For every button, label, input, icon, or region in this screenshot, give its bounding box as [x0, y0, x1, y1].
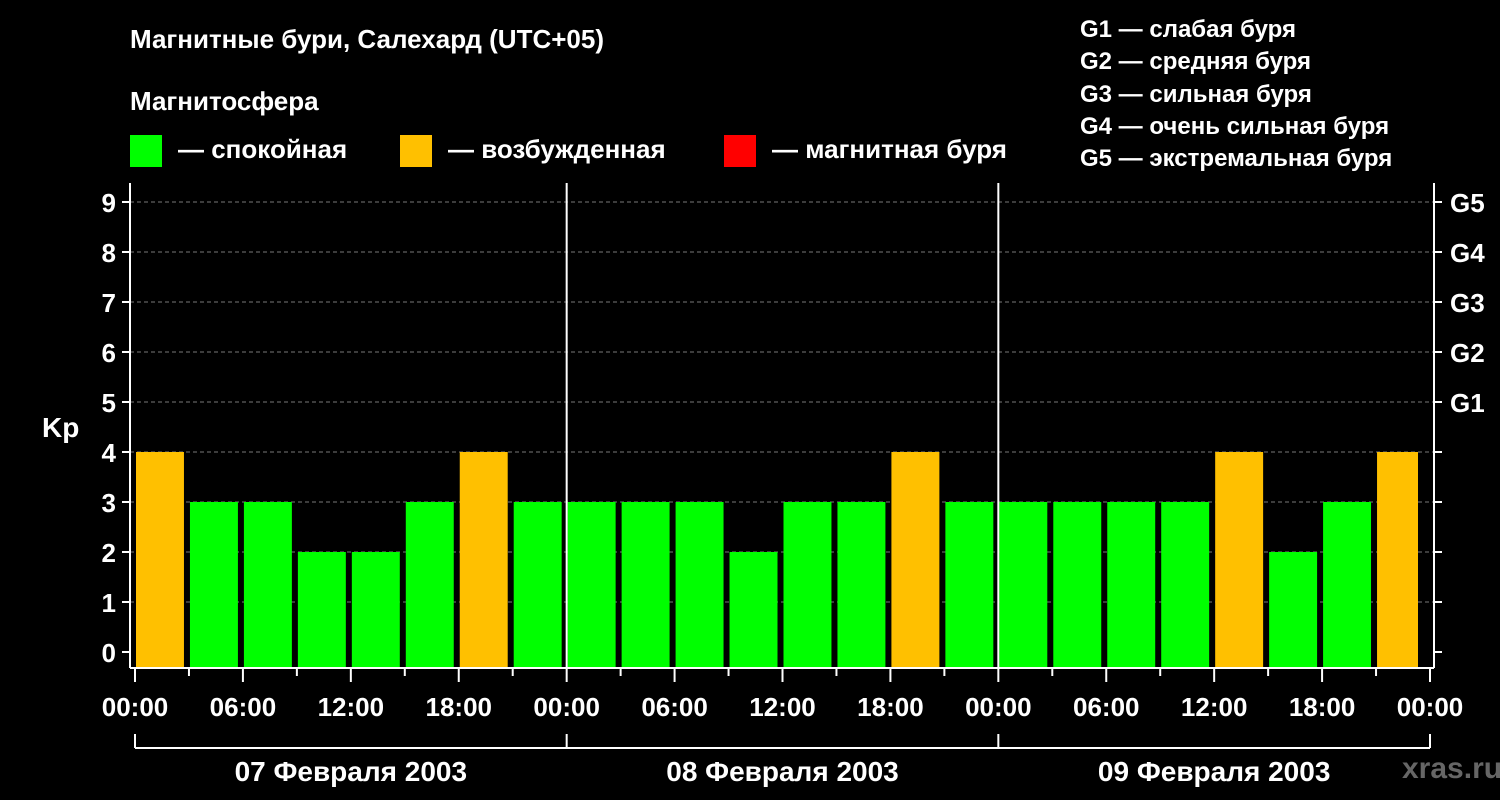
g-level-label-4: G5	[1450, 188, 1485, 218]
kp-bar-13	[837, 502, 886, 668]
kp-bar-2	[243, 502, 292, 668]
x-tick-label-2: 12:00	[318, 692, 385, 722]
kp-bar-21	[1269, 552, 1318, 668]
kp-bar-14	[891, 452, 940, 668]
x-tick-label-4: 00:00	[533, 692, 600, 722]
x-tick-label-5: 06:00	[641, 692, 708, 722]
g-level-label-2: G3	[1450, 288, 1485, 318]
y-tick-label-6: 6	[102, 338, 116, 368]
kp-bar-7	[513, 502, 562, 668]
y-tick-label-8: 8	[102, 238, 116, 268]
y-tick-label-3: 3	[102, 488, 116, 518]
x-tick-label-1: 06:00	[210, 692, 277, 722]
day-label-1: 08 Февраля 2003	[666, 756, 898, 787]
kp-bar-9	[621, 502, 670, 668]
x-tick-label-11: 18:00	[1289, 692, 1356, 722]
g-level-label-3: G4	[1450, 238, 1485, 268]
y-tick-label-1: 1	[102, 588, 116, 618]
x-tick-label-8: 00:00	[965, 692, 1032, 722]
day-label-0: 07 Февраля 2003	[235, 756, 467, 787]
x-tick-label-7: 18:00	[857, 692, 924, 722]
g-level-label-1: G2	[1450, 338, 1485, 368]
kp-bar-8	[567, 502, 616, 668]
y-tick-label-9: 9	[102, 188, 116, 218]
kp-bar-6	[459, 452, 508, 668]
y-tick-label-5: 5	[102, 388, 116, 418]
kp-bar-18	[1107, 502, 1156, 668]
kp-bar-17	[1053, 502, 1102, 668]
g-level-label-0: G1	[1450, 388, 1485, 418]
x-tick-label-3: 18:00	[426, 692, 493, 722]
kp-bar-23	[1377, 452, 1418, 668]
kp-bar-5	[405, 502, 454, 668]
kp-bar-11	[729, 552, 778, 668]
y-tick-label-2: 2	[102, 538, 116, 568]
kp-bar-4	[351, 552, 400, 668]
y-tick-label-7: 7	[102, 288, 116, 318]
kp-bar-1	[189, 502, 238, 668]
day-label-2: 09 Февраля 2003	[1098, 756, 1330, 787]
y-tick-label-0: 0	[102, 638, 116, 668]
kp-bar-12	[783, 502, 832, 668]
kp-bar-10	[675, 502, 724, 668]
y-tick-label-4: 4	[102, 438, 117, 468]
x-tick-label-10: 12:00	[1181, 692, 1248, 722]
kp-bar-15	[945, 502, 994, 668]
x-tick-label-0: 00:00	[102, 692, 169, 722]
kp-chart: 0 1 2 3 4 5 6 7 8 9 G1 G2 G3 G4 G5 00:00 06:00 12:00 18:00…	[102, 183, 1485, 787]
kp-bar-19	[1161, 502, 1210, 668]
x-tick-label-6: 12:00	[749, 692, 816, 722]
x-tick-label-9: 06:00	[1073, 692, 1140, 722]
kp-bar-22	[1323, 502, 1372, 668]
kp-bar-16	[999, 502, 1048, 668]
kp-bar-3	[297, 552, 346, 668]
kp-bar-20	[1215, 452, 1264, 668]
kp-bar-0	[136, 452, 184, 668]
x-tick-label-12: 00:00	[1397, 692, 1464, 722]
